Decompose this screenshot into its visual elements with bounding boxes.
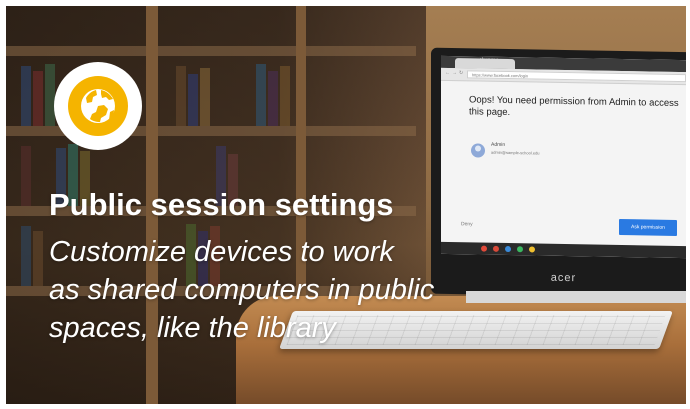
reload-icon[interactable]: ↻ (459, 70, 464, 76)
drive-app-icon[interactable] (517, 246, 523, 253)
google-app-icon[interactable] (529, 246, 535, 253)
ask-permission-button[interactable]: Ask permission (619, 218, 677, 236)
docs-app-icon[interactable] (505, 245, 511, 253)
device-screen: chrome ← → ↻ https://www.facebook.com/lo… (441, 55, 686, 259)
globe-icon (68, 76, 128, 136)
admin-avatar (471, 143, 485, 158)
admin-name: Admin (491, 141, 506, 148)
forward-icon[interactable]: → (452, 70, 457, 76)
back-icon[interactable]: ← (445, 70, 450, 76)
admin-email: admin@sample-school.edu (491, 149, 540, 156)
permission-message: Oops! You need permission from Admin to … (469, 94, 679, 119)
bookshelf (6, 46, 416, 56)
hero-banner: chrome ← → ↻ https://www.facebook.com/lo… (6, 6, 686, 404)
monitor-stand (466, 291, 686, 303)
subtitle-line: as shared computers in public (49, 274, 435, 306)
page-title: Public session settings (49, 187, 394, 222)
subtitle: Customize devices to work as shared comp… (49, 233, 479, 347)
chrome-app-icon[interactable] (481, 245, 487, 252)
subtitle-line: spaces, like the library (49, 312, 336, 344)
gmail-app-icon[interactable] (493, 245, 499, 252)
globe-badge (54, 62, 142, 150)
subtitle-line: Customize devices to work (49, 236, 394, 268)
deny-link[interactable]: Deny (461, 221, 473, 227)
address-bar[interactable]: https://www.facebook.com/login (467, 70, 686, 83)
